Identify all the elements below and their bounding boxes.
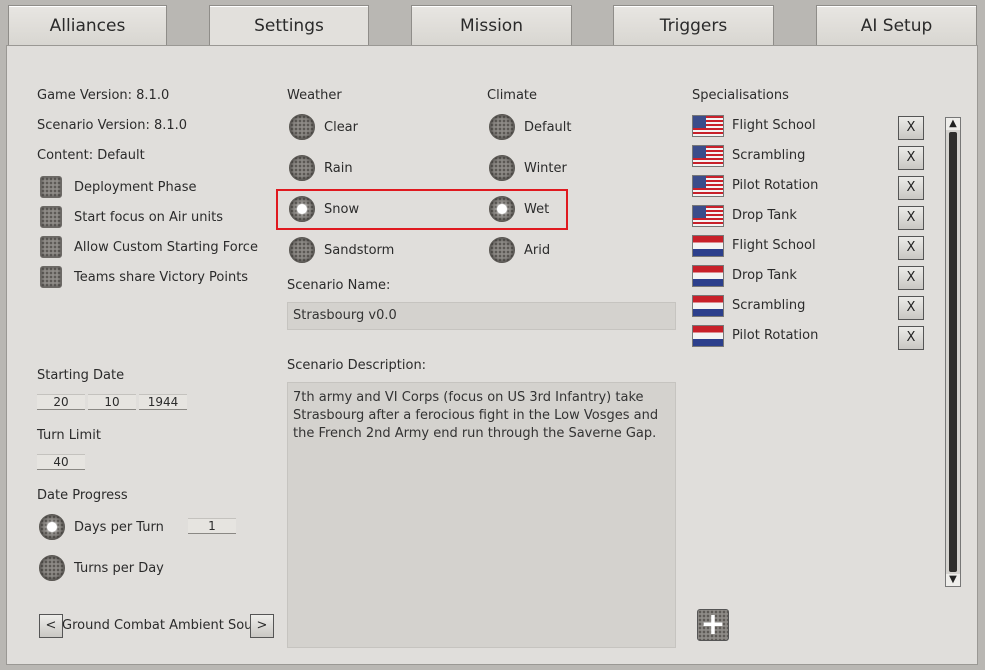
tab-settings[interactable]: Settings: [209, 5, 369, 47]
turns-per-day-label: Turns per Day: [74, 561, 164, 576]
flag-nl-icon: [692, 325, 724, 347]
specialisation-name: Pilot Rotation: [732, 178, 819, 193]
weather-rain-label: Rain: [324, 161, 353, 176]
allow-custom-force-label: Allow Custom Starting Force: [74, 240, 258, 255]
tab-bar: Alliances Settings Mission Triggers AI S…: [0, 0, 985, 47]
specialisation-name: Drop Tank: [732, 268, 797, 283]
days-per-turn-radio[interactable]: [39, 514, 65, 540]
climate-winter-label: Winter: [524, 161, 567, 176]
highlight-box: [276, 189, 568, 230]
tab-triggers[interactable]: Triggers: [613, 5, 774, 45]
specialisation-name: Flight School: [732, 238, 816, 253]
weather-sandstorm-label: Sandstorm: [324, 243, 395, 258]
weather-clear-radio[interactable]: [289, 114, 315, 140]
tab-alliances[interactable]: Alliances: [8, 5, 167, 45]
turns-per-day-radio[interactable]: [39, 555, 65, 581]
ambient-next-button[interactable]: >: [250, 614, 274, 638]
scenario-description-input[interactable]: 7th army and VI Corps (focus on US 3rd I…: [287, 382, 676, 648]
specialisation-name: Scrambling: [732, 298, 806, 313]
game-version: Game Version: 8.1.0: [37, 88, 170, 103]
scroll-down-icon[interactable]: ▼: [946, 574, 960, 586]
specialisations-scrollbar[interactable]: ▲ ▼: [945, 117, 961, 587]
remove-specialisation-button[interactable]: X: [898, 296, 924, 320]
deployment-phase-label: Deployment Phase: [74, 180, 197, 195]
climate-default-label: Default: [524, 120, 572, 135]
climate-winter-radio[interactable]: [489, 155, 515, 181]
date-progress-label: Date Progress: [37, 488, 128, 503]
scroll-up-icon[interactable]: ▲: [946, 118, 960, 130]
specialisation-name: Pilot Rotation: [732, 328, 819, 343]
remove-specialisation-button[interactable]: X: [898, 236, 924, 260]
remove-specialisation-button[interactable]: X: [898, 266, 924, 290]
remove-specialisation-button[interactable]: X: [898, 176, 924, 200]
days-per-turn-label: Days per Turn: [74, 520, 164, 535]
teams-share-vp-checkbox[interactable]: [40, 266, 62, 288]
remove-specialisation-button[interactable]: X: [898, 206, 924, 230]
specialisations-label: Specialisations: [692, 88, 789, 103]
days-per-turn-input[interactable]: 1: [188, 518, 236, 534]
scenario-name-label: Scenario Name:: [287, 278, 391, 293]
start-month-input[interactable]: 10: [88, 394, 136, 410]
specialisation-name: Scrambling: [732, 148, 806, 163]
climate-arid-label: Arid: [524, 243, 551, 258]
remove-specialisation-button[interactable]: X: [898, 116, 924, 140]
remove-specialisation-button[interactable]: X: [898, 326, 924, 350]
climate-label: Climate: [487, 88, 538, 103]
weather-clear-label: Clear: [324, 120, 358, 135]
flag-us-icon: [692, 115, 724, 137]
tab-mission[interactable]: Mission: [411, 5, 572, 45]
scenario-description-label: Scenario Description:: [287, 358, 427, 373]
start-year-input[interactable]: 1944: [139, 394, 187, 410]
flag-us-icon: [692, 205, 724, 227]
starting-date-label: Starting Date: [37, 368, 125, 383]
flag-us-icon: [692, 145, 724, 167]
ambient-sound-label: Ground Combat Ambient Sound: [62, 618, 250, 633]
climate-arid-radio[interactable]: [489, 237, 515, 263]
flag-nl-icon: [692, 235, 724, 257]
remove-specialisation-button[interactable]: X: [898, 146, 924, 170]
start-day-input[interactable]: 20: [37, 394, 85, 410]
start-focus-air-checkbox[interactable]: [40, 206, 62, 228]
flag-nl-icon: [692, 265, 724, 287]
ambient-prev-button[interactable]: <: [39, 614, 63, 638]
scroll-track[interactable]: [949, 132, 957, 572]
content-label: Content: Default: [37, 148, 145, 163]
scenario-version: Scenario Version: 8.1.0: [37, 118, 188, 133]
tab-ai-setup[interactable]: AI Setup: [816, 5, 977, 45]
flag-us-icon: [692, 175, 724, 197]
turn-limit-input[interactable]: 40: [37, 454, 85, 470]
add-specialisation-button[interactable]: +: [697, 609, 729, 641]
weather-rain-radio[interactable]: [289, 155, 315, 181]
specialisation-name: Drop Tank: [732, 208, 797, 223]
teams-share-vp-label: Teams share Victory Points: [74, 270, 249, 285]
flag-nl-icon: [692, 295, 724, 317]
scenario-name-input[interactable]: Strasbourg v0.0: [287, 302, 676, 330]
deployment-phase-checkbox[interactable]: [40, 176, 62, 198]
climate-default-radio[interactable]: [489, 114, 515, 140]
start-focus-air-label: Start focus on Air units: [74, 210, 223, 225]
allow-custom-force-checkbox[interactable]: [40, 236, 62, 258]
weather-label: Weather: [287, 88, 342, 103]
weather-sandstorm-radio[interactable]: [289, 237, 315, 263]
specialisation-name: Flight School: [732, 118, 816, 133]
turn-limit-label: Turn Limit: [37, 428, 101, 443]
